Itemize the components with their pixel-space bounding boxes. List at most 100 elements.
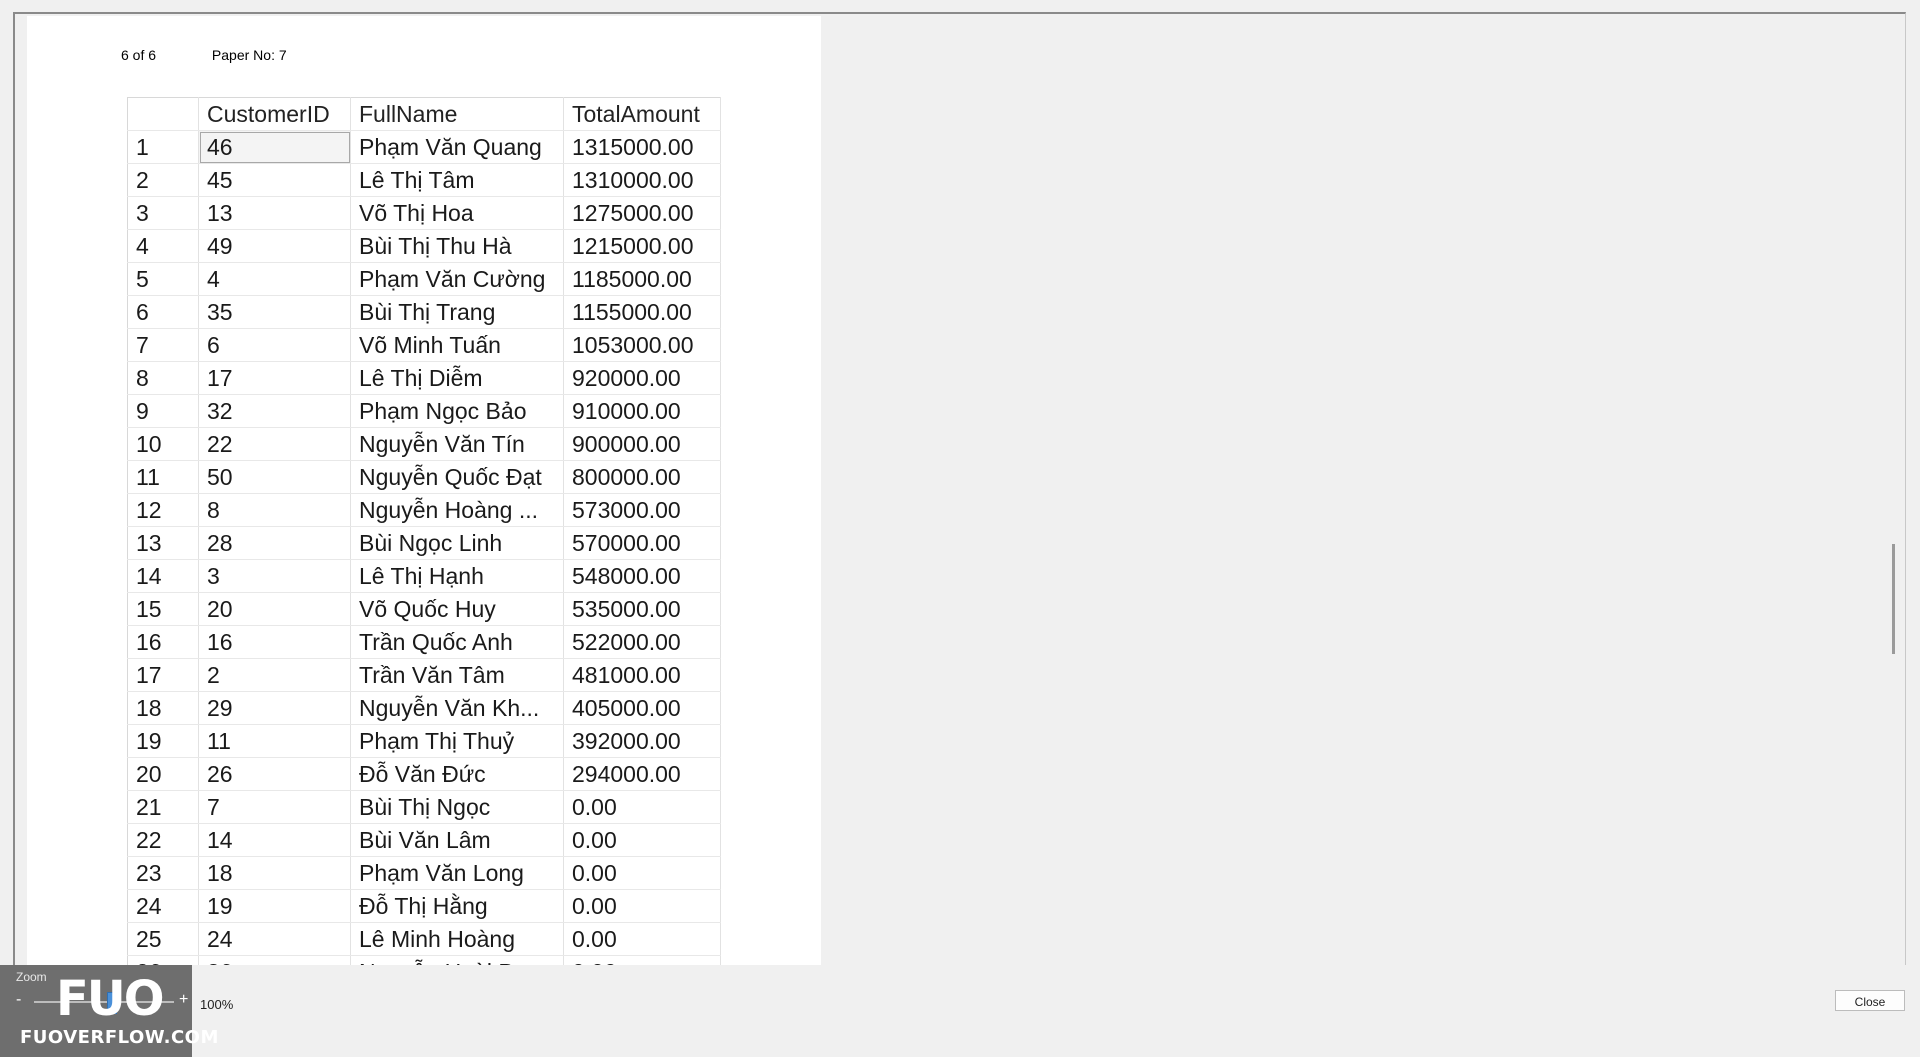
row-number-cell[interactable]: 4 <box>127 229 199 263</box>
row-number-cell[interactable]: 1 <box>127 130 199 164</box>
fullname-cell[interactable]: Trần Quốc Anh <box>350 625 564 659</box>
totalamount-cell[interactable]: 405000.00 <box>563 691 721 725</box>
fullname-cell[interactable]: Bùi Thị Trang <box>350 295 564 329</box>
table-row[interactable]: 6 35 Bùi Thị Trang 1155000.00 <box>127 295 721 329</box>
row-number-cell[interactable]: 18 <box>127 691 199 725</box>
customerid-cell[interactable]: 7 <box>198 790 351 824</box>
customerid-cell[interactable]: 8 <box>198 493 351 527</box>
row-number-cell[interactable]: 14 <box>127 559 199 593</box>
totalamount-cell[interactable]: 0.00 <box>563 955 721 965</box>
totalamount-cell[interactable]: 392000.00 <box>563 724 721 758</box>
fullname-cell[interactable]: Nguyễn Hoàng ... <box>350 493 564 527</box>
totalamount-cell[interactable]: 1315000.00 <box>563 130 721 164</box>
customerid-cell[interactable]: 11 <box>198 724 351 758</box>
row-number-cell[interactable]: 16 <box>127 625 199 659</box>
totalamount-cell[interactable]: 1053000.00 <box>563 328 721 362</box>
totalamount-cell[interactable]: 910000.00 <box>563 394 721 428</box>
fullname-cell[interactable]: Nguyễn Quốc Đạt <box>350 460 564 494</box>
customerid-cell[interactable]: 18 <box>198 856 351 890</box>
totalamount-cell[interactable]: 570000.00 <box>563 526 721 560</box>
row-number-cell[interactable]: 6 <box>127 295 199 329</box>
table-row[interactable]: 13 28 Bùi Ngọc Linh 570000.00 <box>127 526 721 560</box>
row-number-cell[interactable]: 26 <box>127 955 199 965</box>
customerid-cell[interactable]: 19 <box>198 889 351 923</box>
customerid-cell[interactable]: 36 <box>198 955 351 965</box>
customerid-cell[interactable]: 2 <box>198 658 351 692</box>
totalamount-cell[interactable]: 800000.00 <box>563 460 721 494</box>
fullname-cell[interactable]: Lê Thị Diễm <box>350 361 564 395</box>
close-button[interactable]: Close <box>1835 990 1905 1011</box>
fullname-cell[interactable]: Võ Quốc Huy <box>350 592 564 626</box>
row-number-cell[interactable]: 23 <box>127 856 199 890</box>
row-number-cell[interactable]: 10 <box>127 427 199 461</box>
table-row[interactable]: 2636Nguyễn Hoài P...0.00 <box>127 955 721 965</box>
customerid-cell[interactable]: 49 <box>198 229 351 263</box>
fullname-cell[interactable]: Võ Minh Tuấn <box>350 328 564 362</box>
customerid-cell[interactable]: 13 <box>198 196 351 230</box>
totalamount-cell[interactable]: 535000.00 <box>563 592 721 626</box>
totalamount-cell[interactable]: 0.00 <box>563 790 721 824</box>
table-row[interactable]: 4 49 Bùi Thị Thu Hà 1215000.00 <box>127 229 721 263</box>
fullname-cell[interactable]: Đỗ Thị Hằng <box>350 889 564 923</box>
table-row[interactable]: 21 7 Bùi Thị Ngọc 0.00 <box>127 790 721 824</box>
fullname-cell[interactable]: Nguyễn Hoài P... <box>350 955 564 965</box>
fullname-cell[interactable]: Bùi Thị Thu Hà <box>350 229 564 263</box>
row-number-cell[interactable]: 15 <box>127 592 199 626</box>
table-row[interactable]: 19 11 Phạm Thị Thuỷ 392000.00 <box>127 724 721 758</box>
customerid-cell[interactable]: 20 <box>198 592 351 626</box>
customerid-cell[interactable]: 28 <box>198 526 351 560</box>
fullname-cell[interactable]: Võ Thị Hoa <box>350 196 564 230</box>
totalamount-cell[interactable]: 0.00 <box>563 856 721 890</box>
customerid-cell[interactable]: 29 <box>198 691 351 725</box>
totalamount-cell[interactable]: 0.00 <box>563 922 721 956</box>
table-row[interactable]: 24 19 Đỗ Thị Hằng 0.00 <box>127 889 721 923</box>
fullname-cell[interactable]: Phạm Thị Thuỷ <box>350 724 564 758</box>
row-number-cell[interactable]: 11 <box>127 460 199 494</box>
fullname-cell[interactable]: Phạm Ngọc Bảo <box>350 394 564 428</box>
totalamount-cell[interactable]: 1275000.00 <box>563 196 721 230</box>
table-row[interactable]: 11 50 Nguyễn Quốc Đạt 800000.00 <box>127 460 721 494</box>
row-number-cell[interactable]: 8 <box>127 361 199 395</box>
fullname-cell[interactable]: Phạm Văn Long <box>350 856 564 890</box>
totalamount-cell[interactable]: 573000.00 <box>563 493 721 527</box>
vertical-scrollbar-thumb[interactable] <box>1892 544 1895 654</box>
fullname-cell[interactable]: Lê Minh Hoàng <box>350 922 564 956</box>
table-row[interactable]: 25 24 Lê Minh Hoàng 0.00 <box>127 922 721 956</box>
fullname-cell[interactable]: Bùi Ngọc Linh <box>350 526 564 560</box>
row-number-cell[interactable]: 13 <box>127 526 199 560</box>
totalamount-cell[interactable]: 1155000.00 <box>563 295 721 329</box>
table-row[interactable]: 5 4 Phạm Văn Cường 1185000.00 <box>127 262 721 296</box>
fullname-cell[interactable]: Nguyễn Văn Kh... <box>350 691 564 725</box>
totalamount-cell[interactable]: 0.00 <box>563 889 721 923</box>
totalamount-cell[interactable]: 522000.00 <box>563 625 721 659</box>
table-row[interactable]: 15 20 Võ Quốc Huy 535000.00 <box>127 592 721 626</box>
fullname-cell[interactable]: Phạm Văn Cường <box>350 262 564 296</box>
zoom-in-button[interactable]: + <box>179 991 188 1009</box>
fullname-cell[interactable]: Trần Văn Tâm <box>350 658 564 692</box>
customerid-cell[interactable]: 46 <box>198 130 351 164</box>
table-row[interactable]: 2 45 Lê Thị Tâm 1310000.00 <box>127 163 721 197</box>
totalamount-cell[interactable]: 900000.00 <box>563 427 721 461</box>
row-number-cell[interactable]: 19 <box>127 724 199 758</box>
customerid-cell[interactable]: 17 <box>198 361 351 395</box>
table-row[interactable]: 22 14 Bùi Văn Lâm 0.00 <box>127 823 721 857</box>
row-number-cell[interactable]: 21 <box>127 790 199 824</box>
customerid-cell[interactable]: 14 <box>198 823 351 857</box>
customerid-cell[interactable]: 45 <box>198 163 351 197</box>
table-row[interactable]: 12 8 Nguyễn Hoàng ... 573000.00 <box>127 493 721 527</box>
row-number-cell[interactable]: 25 <box>127 922 199 956</box>
totalamount-cell[interactable]: 0.00 <box>563 823 721 857</box>
row-number-cell[interactable]: 9 <box>127 394 199 428</box>
customerid-cell[interactable]: 4 <box>198 262 351 296</box>
table-row[interactable]: 8 17 Lê Thị Diễm 920000.00 <box>127 361 721 395</box>
table-row[interactable]: 18 29 Nguyễn Văn Kh... 405000.00 <box>127 691 721 725</box>
totalamount-cell[interactable]: 294000.00 <box>563 757 721 791</box>
table-row[interactable]: 17 2 Trần Văn Tâm 481000.00 <box>127 658 721 692</box>
customerid-cell[interactable]: 3 <box>198 559 351 593</box>
totalamount-cell[interactable]: 1215000.00 <box>563 229 721 263</box>
customerid-cell[interactable]: 50 <box>198 460 351 494</box>
customerid-cell[interactable]: 32 <box>198 394 351 428</box>
row-number-cell[interactable]: 17 <box>127 658 199 692</box>
row-number-cell[interactable]: 7 <box>127 328 199 362</box>
table-row[interactable]: 3 13 Võ Thị Hoa 1275000.00 <box>127 196 721 230</box>
